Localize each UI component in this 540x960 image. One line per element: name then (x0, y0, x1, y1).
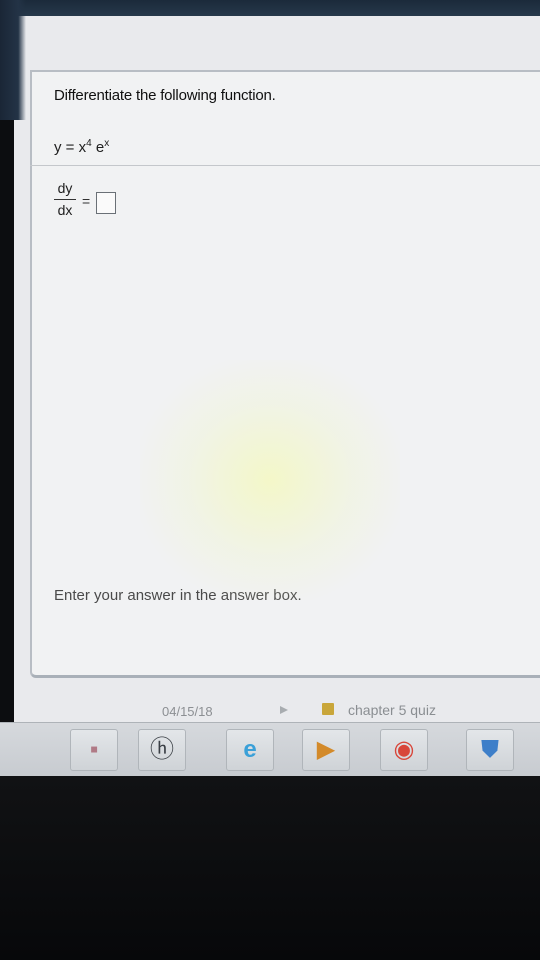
question-prompt: Differentiate the following function. (54, 87, 276, 104)
equals-sign: = (82, 193, 91, 209)
function-e: e (91, 139, 105, 156)
derivative-row: dy dx = (54, 180, 144, 226)
taskbar-item-media-player[interactable]: ▶ (302, 729, 350, 771)
function-exponent-x: x (104, 138, 110, 149)
dy-dx-fraction: dy dx (54, 180, 76, 219)
taskbar-item-hp[interactable]: ⓗ (138, 729, 186, 771)
taskbar: ▪ ⓗ e ▶ ◉ ⛊ (0, 722, 540, 777)
function-lhs: y = x (54, 139, 87, 156)
taskbar-item-internet-explorer[interactable]: e (226, 729, 274, 771)
app-icon: ▪ (89, 736, 99, 763)
date-label: 04/15/18 (162, 704, 213, 719)
shield-icon: ⛊ (481, 736, 499, 763)
function-expression: y = x4 ex (54, 138, 109, 156)
taskbar-item-security[interactable]: ⛊ (466, 729, 514, 771)
quiz-link[interactable]: chapter 5 quiz (348, 702, 436, 718)
monitor-bezel-left (0, 0, 26, 120)
status-bar: 04/15/18 chapter 5 quiz (0, 695, 540, 721)
answer-hint: Enter your answer in the answer box. (54, 587, 302, 604)
taskbar-item-chrome[interactable]: ◉ (380, 729, 428, 771)
dy-numerator: dy (57, 180, 73, 196)
fraction-bar (54, 199, 76, 200)
taskbar-item-app[interactable]: ▪ (70, 729, 118, 771)
internet-explorer-icon: e (243, 736, 257, 763)
media-player-icon: ▶ (316, 736, 336, 763)
monitor-bezel-top (0, 0, 540, 16)
monitor-bezel-bottom (0, 776, 540, 960)
question-panel: Differentiate the following function. En… (30, 72, 540, 678)
divider (30, 165, 540, 166)
chrome-icon: ◉ (393, 736, 415, 763)
play-arrow-icon (280, 706, 288, 714)
screen: Differentiate the following function. En… (0, 0, 540, 960)
hp-icon: ⓗ (150, 736, 174, 763)
folder-icon (322, 703, 334, 715)
answer-box[interactable] (96, 192, 116, 214)
dx-denominator: dx (57, 202, 73, 218)
